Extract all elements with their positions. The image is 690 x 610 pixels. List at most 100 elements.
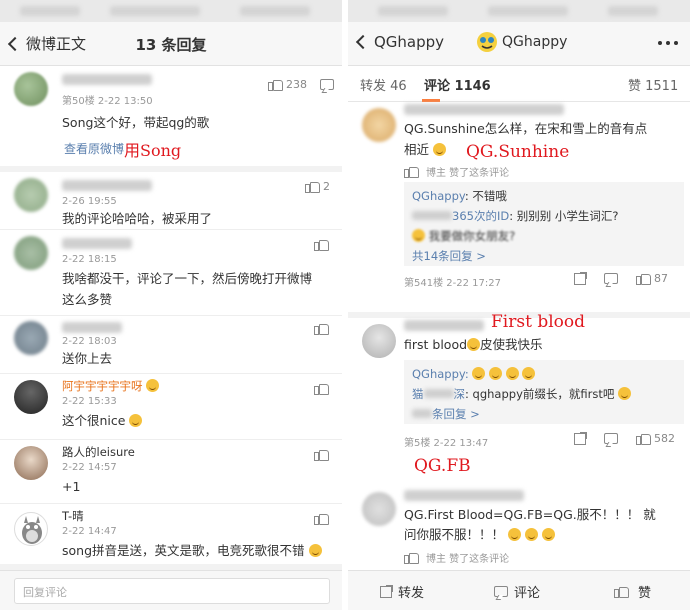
view-original-link[interactable]: 查看原微博	[64, 139, 124, 160]
username-blurred	[62, 322, 122, 333]
back-button[interactable]: QGhappy	[355, 33, 445, 51]
more-icon[interactable]	[658, 41, 678, 45]
left-screenshot: 微博正文 13 条回复 第50楼 2-22 13:50 238 Song这个好，…	[0, 0, 342, 610]
like-button[interactable]	[314, 448, 332, 461]
comment-bar: 回复评论	[0, 570, 342, 610]
sub-author[interactable]: QGhappy:	[412, 367, 469, 381]
tab-repost[interactable]: 转发 46	[360, 75, 407, 94]
comment-text-line2: 问你服不服！！！	[404, 524, 555, 545]
emoji-icon	[308, 544, 322, 557]
repost-button[interactable]: 转发	[380, 582, 424, 601]
like-button[interactable]: 2	[305, 180, 330, 193]
username-blurred	[404, 490, 524, 501]
account-name[interactable]: QGhappy	[502, 34, 567, 50]
chevron-left-icon	[355, 34, 371, 50]
comment-floor: 第5楼 2-22 13:47	[404, 438, 489, 449]
comment-text: +1	[62, 479, 81, 494]
thumbs-up-icon	[636, 432, 651, 445]
avatar[interactable]	[14, 380, 48, 414]
comment-text: song拼音是送，英文是歌，电竞死歌很不错	[62, 540, 322, 561]
like-button[interactable]	[314, 238, 332, 251]
avatar[interactable]	[362, 108, 396, 142]
list-item: 路人的leisure 2-22 14:57 +1	[0, 440, 342, 504]
thumbs-up-icon	[314, 512, 329, 525]
like-button[interactable]: 87	[636, 272, 668, 285]
like-button[interactable]	[314, 322, 332, 335]
username-blurred	[62, 238, 132, 249]
emoji-icon	[489, 367, 503, 380]
avatar[interactable]	[14, 321, 48, 355]
annotation-text: QG.FB	[414, 456, 471, 476]
comment-actions: 582	[574, 431, 675, 445]
comment-text-line1: 我啥都没干，评论了一下，然后傍晚打开微博	[62, 271, 313, 286]
comment-text: 送你上去	[62, 351, 113, 366]
comment-text-line1: QG.First Blood=QG.FB=QG.服不！！！ 就	[404, 507, 656, 522]
like-button[interactable]: 238	[268, 78, 307, 91]
back-label: QGhappy	[374, 33, 445, 51]
comment-meta: 2-22 18:03	[62, 336, 117, 347]
nav-bar: 微博正文 13 条回复	[0, 22, 342, 66]
reply-icon[interactable]	[604, 433, 618, 444]
avatar[interactable]	[362, 492, 396, 526]
username[interactable]: T-晴	[62, 506, 84, 527]
thumbs-up-icon	[404, 165, 419, 178]
emoji-icon	[524, 528, 538, 541]
list-item: T-晴 2-22 14:47 song拼音是送，英文是歌，电竞死歌很不错	[0, 504, 342, 564]
comment-actions: 87	[574, 271, 668, 285]
avatar[interactable]	[362, 324, 396, 358]
reply-icon[interactable]	[320, 79, 334, 90]
share-icon[interactable]	[574, 271, 587, 285]
thumbs-up-icon	[404, 551, 419, 564]
reply-icon[interactable]	[604, 273, 618, 284]
username-blurred	[62, 180, 152, 191]
sub-replies[interactable]: QGhappy: 不错哦 365次的ID: 别别别 小学生词汇? 我要做你女朋友…	[404, 182, 684, 266]
avatar[interactable]	[14, 512, 48, 546]
comment-meta: 2-22 15:33	[62, 396, 117, 407]
comment-text-line1: QG.Sunshine怎么样，在宋和雪上的音有点	[404, 121, 648, 136]
username[interactable]: 阿宇宇宇宇宇呀	[62, 376, 160, 397]
avatar[interactable]	[14, 236, 48, 270]
emoji-icon	[146, 379, 160, 392]
emoji-icon	[508, 528, 521, 541]
comment-meta: 2-22 18:15	[62, 254, 117, 265]
cat-emoji-icon	[129, 414, 143, 427]
comment-button[interactable]: 评论	[494, 582, 540, 601]
annotation-text: First blood	[491, 312, 585, 332]
comment-meta: 第50楼 2-22 13:50	[62, 96, 153, 107]
comment-text-line2: 这么多赞	[62, 292, 113, 307]
like-button[interactable]	[314, 382, 332, 395]
emoji-icon	[618, 387, 631, 400]
like-button[interactable]: 582	[636, 432, 675, 445]
repost-icon	[380, 584, 393, 598]
list-item: 2-22 18:15 我啥都没干，评论了一下，然后傍晚打开微博 这么多赞	[0, 230, 342, 316]
avatar[interactable]	[14, 72, 48, 106]
cat-emoji-icon	[433, 143, 446, 156]
reply-input[interactable]: 回复评论	[14, 578, 330, 604]
like-button[interactable]	[314, 512, 332, 525]
right-screenshot: QGhappy QGhappy 转发 46 评论 1146 赞 1511 QG.…	[348, 0, 690, 610]
like-count: 2	[323, 180, 330, 193]
thumbs-up-icon	[314, 382, 329, 395]
status-bar	[0, 0, 342, 22]
more-replies-link[interactable]: 共14条回复 >	[412, 246, 676, 266]
sub-author[interactable]: QGhappy	[412, 189, 465, 203]
comment-meta: 2-26 19:55	[62, 196, 117, 207]
status-bar	[348, 0, 690, 22]
annotation-text: QG.Sunhine	[466, 142, 570, 162]
more-replies-link[interactable]: 条回复 >	[412, 404, 676, 424]
sub-replies[interactable]: QGhappy: 猫深: qghappy前缀长，就first吧 条回复 >	[404, 360, 684, 424]
tab-comment[interactable]: 评论 1146	[424, 75, 491, 94]
bottom-toolbar: 转发 评论 赞	[348, 570, 690, 610]
avatar[interactable]	[14, 178, 48, 212]
like-bottom-button[interactable]: 赞	[614, 582, 651, 601]
author-liked: 博主 赞了这条评论	[404, 550, 509, 565]
username[interactable]: 路人的leisure	[62, 442, 135, 463]
tab-like[interactable]: 赞 1511	[628, 75, 678, 94]
page-title: 13 条回复	[135, 36, 207, 54]
emoji-icon	[472, 367, 486, 380]
username-blurred	[404, 320, 484, 331]
share-icon[interactable]	[574, 431, 587, 445]
thumbs-up-icon	[614, 585, 629, 598]
thumbs-up-icon	[305, 180, 320, 193]
avatar[interactable]	[14, 446, 48, 480]
